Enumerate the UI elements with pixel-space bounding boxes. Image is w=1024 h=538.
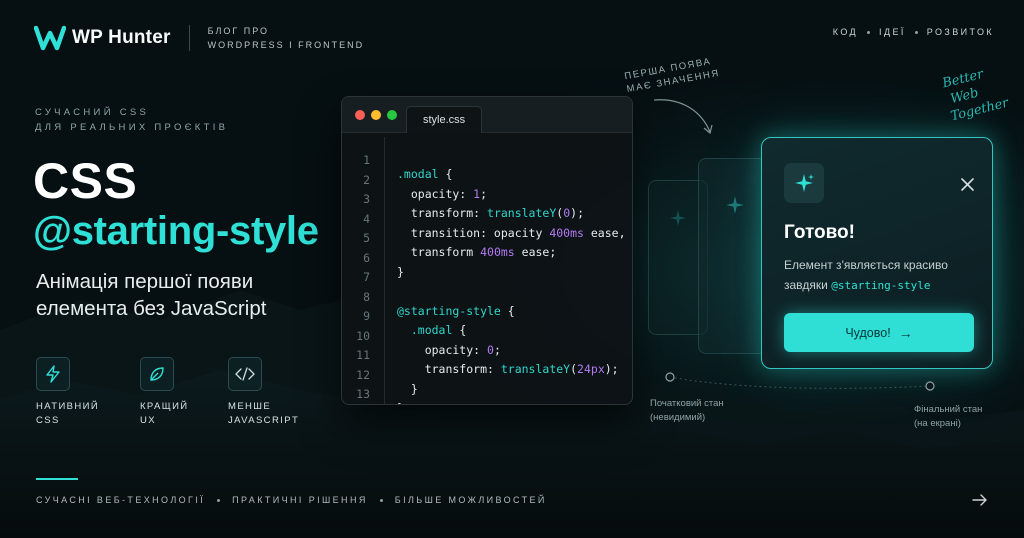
brand-divider xyxy=(188,25,190,51)
accent-divider xyxy=(36,478,78,480)
nav-separator xyxy=(914,30,918,34)
feature-better-ux: КРАЩИЙ UX xyxy=(140,357,240,428)
code-line: 4 transition: opacity 400ms ease, xyxy=(363,211,626,240)
arrow-right-icon[interactable] xyxy=(972,493,988,507)
code-line: 8 @starting-style { xyxy=(363,289,515,318)
brand-tagline: БЛОГ ПРО WORDPRESS І FRONTEND xyxy=(207,26,365,50)
nav-item-growth[interactable]: РОЗВИТОК xyxy=(927,27,994,37)
footer-item: ПРАКТИЧНІ РІШЕННЯ xyxy=(232,495,368,505)
ghost-card-mid-1 xyxy=(698,158,768,354)
footer-separator xyxy=(379,498,383,502)
modal-title: Готово! xyxy=(784,222,855,243)
maximize-window-dot[interactable] xyxy=(387,110,397,120)
code-line: 6 } xyxy=(363,250,404,279)
code-editor-window: style.css 1 .modal { 2 opacity: 1; 3 tra… xyxy=(341,96,633,405)
modal-body: Елемент з'являється красиво завдяки @sta… xyxy=(784,258,948,292)
leaf-icon xyxy=(140,357,174,391)
nav-separator xyxy=(867,30,871,34)
footer-separator xyxy=(217,498,221,502)
editor-titlebar: style.css xyxy=(342,97,632,133)
footer-bar: СУЧАСНІ ВЕБ-ТЕХНОЛОГІЇ ПРАКТИЧНІ РІШЕННЯ… xyxy=(36,495,547,505)
code-line: 1 .modal { xyxy=(363,153,453,181)
code-line: 7 xyxy=(363,270,370,284)
code-line: 14 xyxy=(342,393,384,405)
code-brackets-icon xyxy=(228,357,262,391)
editor-tab-style-css[interactable]: style.css xyxy=(406,106,482,133)
sparkle-icon xyxy=(670,210,686,226)
feature-label: МЕНШЕ JAVASCRIPT xyxy=(228,401,300,426)
button-label: Чудово! xyxy=(845,325,891,340)
sparkle-icon xyxy=(784,163,824,203)
state-timeline xyxy=(665,372,935,391)
arrow-right-icon: → xyxy=(898,324,913,341)
nav-item-ideas[interactable]: ІДЕЇ xyxy=(879,27,906,37)
gutter-divider xyxy=(384,137,385,404)
hero-title-starting-style: @starting-style xyxy=(33,209,319,253)
lightning-icon xyxy=(36,357,70,391)
success-modal: Готово! Елемент з'являється красиво завд… xyxy=(761,137,993,369)
footer-item: БІЛЬШЕ МОЖЛИВОСТЕЙ xyxy=(394,495,547,505)
initial-state-label: Початковий стан (невидимий) xyxy=(650,398,724,423)
code-line: 10 opacity: 0; xyxy=(356,328,501,357)
feature-native-css: НАТИВНИЙ CSS xyxy=(36,357,136,428)
code-line: 13 } xyxy=(356,387,404,404)
final-state-label: Фінальний стан (на екрані) xyxy=(914,404,983,429)
code-line: 5 transform 400ms ease; xyxy=(363,231,557,259)
close-icon[interactable] xyxy=(961,178,974,191)
code-line: 9 .modal { xyxy=(363,309,467,337)
hero-subtitle: Анімація першої появи елемента без JavaS… xyxy=(36,270,267,320)
hero-title-css: CSS xyxy=(33,153,138,209)
sparkle-icon xyxy=(726,196,744,214)
minimize-window-dot[interactable] xyxy=(371,110,381,120)
nav-item-code[interactable]: КОД xyxy=(833,27,858,37)
footer-item: СУЧАСНІ ВЕБ-ТЕХНОЛОГІЇ xyxy=(36,495,206,505)
feature-label: НАТИВНИЙ CSS xyxy=(36,401,100,426)
code-area[interactable]: 1 .modal { 2 opacity: 1; 3 transform: tr… xyxy=(342,137,632,404)
code-line: 11 transform: translateY(24px); xyxy=(356,348,619,376)
top-nav: КОД ІДЕЇ РОЗВИТОК xyxy=(833,27,994,37)
code-line: 3 transform: translateY(0); xyxy=(363,192,584,220)
wp-hunter-logo-icon xyxy=(34,25,66,51)
brand[interactable]: WP Hunter БЛОГ ПРО WORDPRESS І FRONTEND xyxy=(34,24,364,52)
code-line: 12 } xyxy=(356,367,418,396)
close-window-dot[interactable] xyxy=(355,110,365,120)
code-line: 2 opacity: 1; xyxy=(363,172,488,201)
curved-arrow-icon xyxy=(653,99,713,135)
hero-eyebrow: СУЧАСНИЙ CSS ДЛЯ РЕАЛЬНИХ ПРОЄКТІВ xyxy=(35,107,229,133)
feature-less-javascript: МЕНШЕ JAVASCRIPT xyxy=(228,357,328,428)
great-button[interactable]: Чудово! → xyxy=(784,313,974,352)
brand-name: WP Hunter xyxy=(72,27,171,48)
feature-label: КРАЩИЙ UX xyxy=(140,401,189,426)
